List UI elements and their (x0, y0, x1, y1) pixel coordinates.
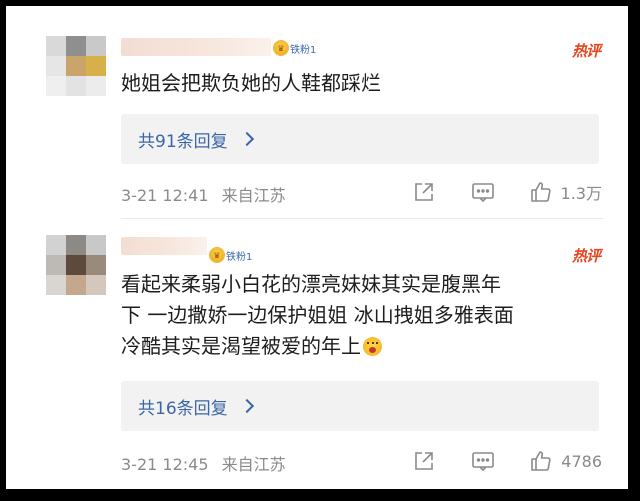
like-count: 1.3万 (560, 184, 602, 203)
comment-location: 来自江苏 (221, 455, 286, 474)
comment-icon (471, 183, 494, 203)
fan-badge[interactable]: ♛ 铁粉1 (210, 247, 252, 263)
hot-comment-tag: 热评 (571, 247, 601, 265)
comment-actions: 1.3万 (413, 180, 602, 204)
view-replies-label: 共91条回复 (138, 131, 228, 152)
like-button[interactable]: 4786 (529, 449, 602, 473)
comment-item: ♛ 铁粉1 热评 看起来柔弱小白花的漂亮妹妹其实是腹黑年 下 一边撒娇一边保护姐… (6, 219, 628, 489)
comment-time: 3-21 12:45 (121, 455, 209, 474)
fan-badge[interactable]: ♛ 铁粉1 (274, 40, 316, 56)
avatar[interactable] (46, 235, 106, 295)
crown-icon: ♛ (274, 41, 288, 55)
share-button[interactable] (413, 450, 435, 472)
username-blurred[interactable] (121, 38, 271, 56)
comment-meta: 3-21 12:45 来自江苏 (121, 451, 286, 475)
comment-text-line: 冷酷其实是渴望被爱的年上 (121, 331, 604, 362)
share-icon (414, 183, 433, 201)
view-replies-button[interactable]: 共91条回复 (121, 114, 599, 164)
like-count: 4786 (561, 451, 602, 471)
share-icon (415, 452, 434, 470)
avatar[interactable] (46, 36, 106, 96)
comment-item: ♛ 铁粉1 热评 她姐会把欺负她的人鞋都踩烂 共91条回复 3-21 12:41… (6, 6, 628, 219)
share-button[interactable] (413, 181, 435, 203)
username-blurred[interactable] (121, 237, 207, 255)
reply-button[interactable] (471, 450, 495, 472)
chevron-right-icon (239, 398, 254, 414)
hot-comment-tag: 热评 (571, 42, 601, 60)
thumbs-up-icon (530, 182, 551, 202)
view-replies-label: 共16条回复 (138, 398, 228, 419)
comment-time: 3-21 12:41 (121, 186, 209, 205)
fan-badge-label: 铁粉1 (290, 44, 317, 56)
comment-icon (472, 452, 495, 472)
comment-location: 来自江苏 (221, 186, 286, 205)
comment-text: 她姐会把欺负她的人鞋都踩烂 (121, 71, 381, 95)
comment-text: 看起来柔弱小白花的漂亮妹妹其实是腹黑年 下 一边撒娇一边保护姐姐 冰山拽姐多雅表… (121, 269, 604, 362)
crown-icon: ♛ (210, 248, 224, 262)
like-button[interactable]: 1.3万 (529, 180, 602, 204)
comment-actions: 4786 (413, 449, 602, 473)
comment-list: ♛ 铁粉1 热评 她姐会把欺负她的人鞋都踩烂 共91条回复 3-21 12:41… (6, 6, 628, 489)
fan-badge-label: 铁粉1 (226, 251, 253, 263)
comment-text-line-content: 冷酷其实是渴望被爱的年上 (121, 334, 361, 358)
comment-text-line: 下 一边撒娇一边保护姐姐 冰山拽姐多雅表面 (121, 303, 514, 327)
reply-button[interactable] (471, 181, 495, 203)
chevron-right-icon (239, 131, 254, 147)
view-replies-button[interactable]: 共16条回复 (121, 381, 599, 431)
tongue-out-emoji-icon (363, 337, 382, 356)
comment-meta: 3-21 12:41 来自江苏 (121, 182, 286, 206)
thumbs-up-icon (531, 451, 551, 471)
comment-text-line: 看起来柔弱小白花的漂亮妹妹其实是腹黑年 (121, 272, 501, 296)
